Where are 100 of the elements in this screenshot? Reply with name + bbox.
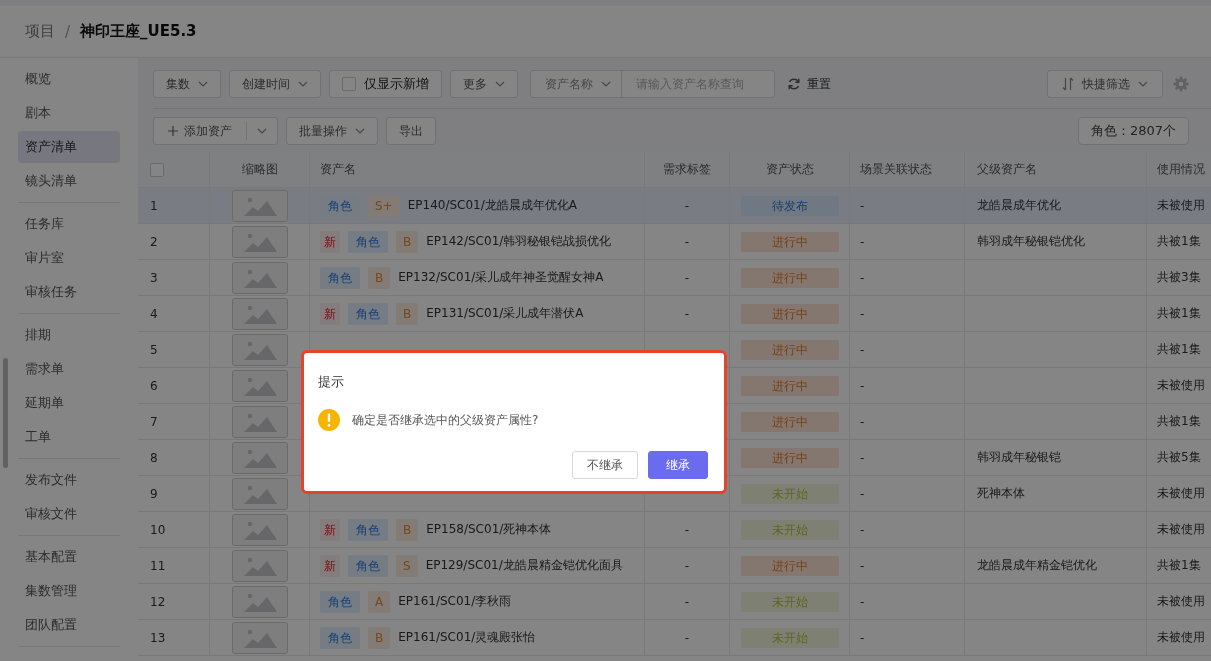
- export-button[interactable]: 导出: [386, 117, 436, 145]
- table-row[interactable]: 11 新 角色 S EP129/SC01/龙皓晨精金铠优化面具 - 进行中 - 龙皓晨成年精金铠优化 共被1集: [138, 548, 1211, 584]
- reset-button[interactable]: 重置: [783, 75, 835, 93]
- checkbox[interactable]: [342, 77, 356, 91]
- filter-dropdown[interactable]: 集数: [153, 70, 221, 98]
- plus-icon: [168, 126, 178, 136]
- filter-dropdown[interactable]: 更多: [450, 70, 518, 98]
- sidebar-item[interactable]: 团队配置: [18, 609, 120, 641]
- table-row[interactable]: 12 角色 A EP161/SC01/李秋雨 - 未开始 - 未被使用: [138, 584, 1211, 620]
- type-tag: 角色: [348, 554, 388, 577]
- table-cell: -: [684, 198, 690, 213]
- grade-tag: S: [396, 554, 418, 577]
- table-cell: -: [860, 378, 865, 393]
- table-row[interactable]: 3 角色 B EP132/SC01/采儿成年神圣觉醒女神A - 进行中 - 共被3集: [138, 260, 1211, 296]
- dialog-message: 确定是否继承选中的父级资产属性?: [352, 411, 539, 429]
- filter-dropdown[interactable]: 创建时间: [229, 70, 321, 98]
- sidebar-item[interactable]: 发布文件: [18, 464, 120, 496]
- table-cell: -: [860, 198, 865, 213]
- table-cell: -: [860, 630, 865, 645]
- table-cell: 未被使用: [1157, 593, 1205, 610]
- row-number: 13: [138, 620, 210, 655]
- table-cell: -: [684, 306, 690, 321]
- row-number: 2: [138, 224, 210, 259]
- type-tag: 角色: [348, 230, 388, 253]
- asset-name-link[interactable]: EP132/SC01/采儿成年神圣觉醒女神A: [398, 269, 604, 286]
- asset-name-link[interactable]: EP142/SC01/韩羽秘银铠战损优化: [426, 233, 612, 250]
- grade-tag: B: [368, 266, 391, 289]
- sidebar-item[interactable]: 延期单: [18, 387, 120, 419]
- status-tag: 未开始: [740, 591, 839, 612]
- sidebar-item[interactable]: 审核任务: [18, 276, 120, 308]
- table-cell: -: [860, 234, 865, 249]
- sidebar-item[interactable]: 镜头清单: [18, 165, 120, 197]
- search-field-select[interactable]: 资产名称: [531, 71, 622, 97]
- caret-icon: [495, 81, 505, 87]
- project-title: 神印王座_UE5.3: [80, 22, 197, 41]
- breadcrumb-link[interactable]: 项目: [25, 22, 55, 41]
- table-cell: -: [860, 558, 865, 573]
- table-cell: 共被1集: [1157, 233, 1201, 250]
- confirm-button[interactable]: 继承: [648, 451, 708, 479]
- type-tag: 角色: [320, 626, 360, 649]
- row-number: 12: [138, 584, 210, 619]
- table-row[interactable]: 1 角色 S+ EP140/SC01/龙皓晨成年优化A - 待发布 - 龙皓晨成年优化 未被使用: [138, 188, 1211, 224]
- sidebar-item[interactable]: 剧本: [18, 97, 120, 129]
- table-cell: -: [860, 486, 865, 501]
- checkbox-filter[interactable]: 仅显示新增: [329, 70, 442, 98]
- grade-tag: B: [368, 626, 391, 649]
- breadcrumb-separator: /: [65, 22, 71, 41]
- status-tag: 进行中: [740, 555, 839, 576]
- status-tag: 进行中: [740, 411, 839, 432]
- image-placeholder-icon: [231, 621, 288, 654]
- image-placeholder-icon: [231, 297, 288, 330]
- new-tag: 新: [320, 302, 340, 325]
- status-tag: 进行中: [740, 375, 839, 396]
- asset-name-link[interactable]: EP161/SC01/李秋雨: [398, 593, 512, 610]
- asset-count: 角色：2807个: [1077, 117, 1189, 145]
- asset-name-link[interactable]: EP131/SC01/采儿成年潜伏A: [426, 305, 584, 322]
- grade-tag: B: [396, 302, 419, 325]
- sidebar-item[interactable]: 集数管理: [18, 575, 120, 607]
- image-placeholder-icon: [231, 189, 288, 222]
- asset-name-link[interactable]: EP158/SC01/死神本体: [426, 521, 552, 538]
- sidebar-item[interactable]: 审核文件: [18, 498, 120, 530]
- asset-name-link[interactable]: EP140/SC01/龙皓晨成年优化A: [407, 197, 577, 214]
- quick-filter-button[interactable]: 快捷筛选: [1047, 70, 1163, 98]
- settings-icon: [1173, 76, 1189, 92]
- caret-icon: [355, 128, 365, 134]
- column-header: 资产名: [310, 152, 645, 187]
- sidebar-item[interactable]: 排期: [18, 319, 120, 351]
- sidebar-item[interactable]: 工单: [18, 421, 120, 453]
- table-cell: 死神本体: [977, 485, 1025, 502]
- table-cell: -: [860, 450, 865, 465]
- sidebar-item[interactable]: 资产清单: [18, 131, 120, 163]
- sidebar-item[interactable]: 审片室: [18, 242, 120, 274]
- asset-name-link[interactable]: EP129/SC01/龙皓晨精金铠优化面具: [425, 557, 623, 574]
- caret-icon: [1138, 81, 1148, 87]
- type-tag: 角色: [320, 590, 360, 613]
- table-cell: 共被1集: [1157, 305, 1201, 322]
- select-all-checkbox[interactable]: [150, 162, 164, 177]
- status-tag: 进行中: [740, 303, 839, 324]
- cancel-button[interactable]: 不继承: [572, 451, 638, 479]
- table-cell: -: [860, 522, 865, 537]
- batch-actions-dropdown[interactable]: 批量操作: [286, 117, 378, 145]
- new-tag: 新: [320, 554, 340, 577]
- table-row[interactable]: 10 新 角色 B EP158/SC01/死神本体 - 未开始 - 未被使用: [138, 512, 1211, 548]
- table-cell: -: [684, 234, 690, 249]
- table-row[interactable]: 4 新 角色 B EP131/SC01/采儿成年潜伏A - 进行中 - 共被1集: [138, 296, 1211, 332]
- row-number: 11: [138, 548, 210, 583]
- refresh-icon: [787, 77, 801, 91]
- sort-icon: [1062, 77, 1074, 91]
- sidebar-item[interactable]: 需求单: [18, 353, 120, 385]
- sidebar-item[interactable]: 基本配置: [18, 541, 120, 573]
- row-number: 6: [138, 368, 210, 403]
- sidebar-item[interactable]: 概览: [18, 63, 120, 95]
- asset-name-link[interactable]: EP161/SC01/灵魂殿张怡: [398, 629, 536, 646]
- sidebar-item[interactable]: 任务库: [18, 208, 120, 240]
- table-row[interactable]: 2 新 角色 B EP142/SC01/韩羽秘银铠战损优化 - 进行中 - 韩羽成年秘银铠优化 共被1集: [138, 224, 1211, 260]
- table-row[interactable]: 13 角色 B EP161/SC01/灵魂殿张怡 - 未开始 - 未被使用: [138, 620, 1211, 656]
- type-tag: 角色: [348, 302, 388, 325]
- warning-icon: [318, 409, 340, 431]
- column-header: 资产状态: [730, 152, 850, 187]
- add-asset-button[interactable]: 添加资产: [153, 117, 278, 145]
